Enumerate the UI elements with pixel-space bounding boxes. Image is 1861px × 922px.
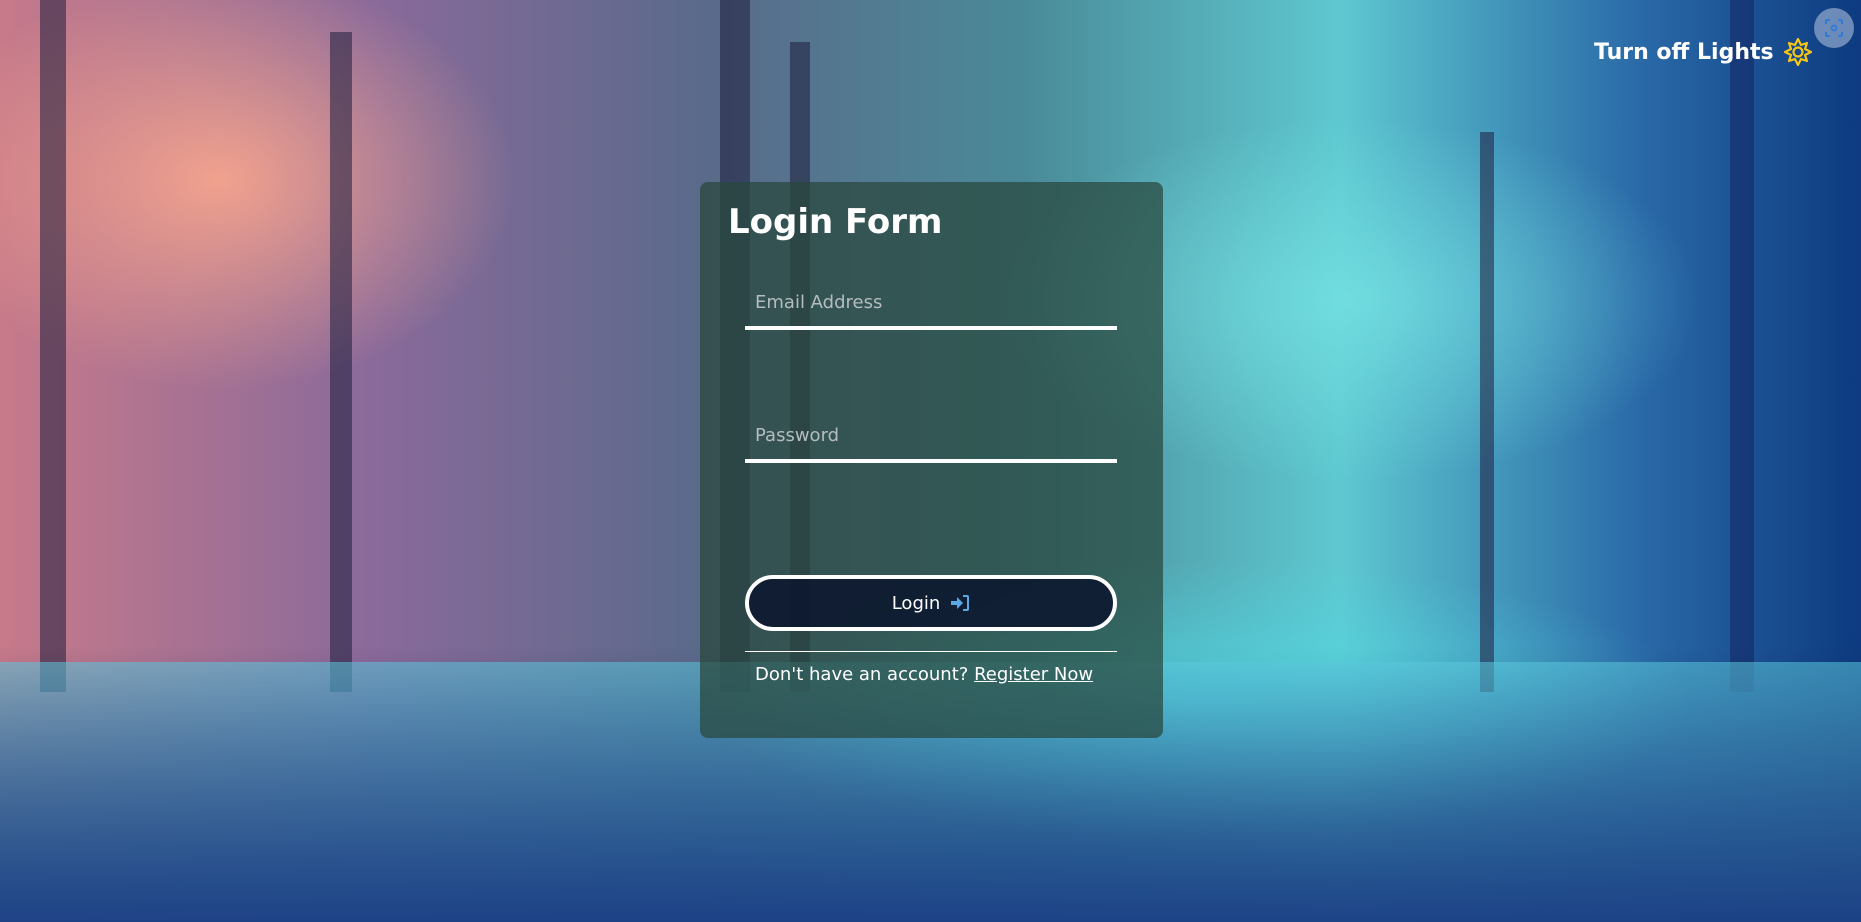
login-button[interactable]: Login [745,575,1117,631]
email-field-wrapper [745,278,1117,330]
register-prompt-text: Don't have an account? [755,664,969,685]
register-link[interactable]: Register Now [974,664,1093,685]
screenshot-icon [1825,19,1843,37]
divider [745,651,1117,652]
password-input[interactable] [745,411,1117,459]
login-form: Login Form Login Don't have an account? … [700,182,1163,738]
email-input[interactable] [745,278,1117,326]
password-field-wrapper [745,411,1117,463]
sign-in-icon [951,595,970,611]
screenshot-button[interactable] [1814,8,1854,48]
login-button-label: Login [891,592,941,614]
toggle-lights-label: Turn off Lights [1594,39,1774,65]
register-prompt: Don't have an account? Register Now [755,664,1093,685]
sun-icon [1783,38,1812,66]
toggle-lights-button[interactable]: Turn off Lights [1594,38,1812,66]
form-title: Login Form [728,202,943,242]
